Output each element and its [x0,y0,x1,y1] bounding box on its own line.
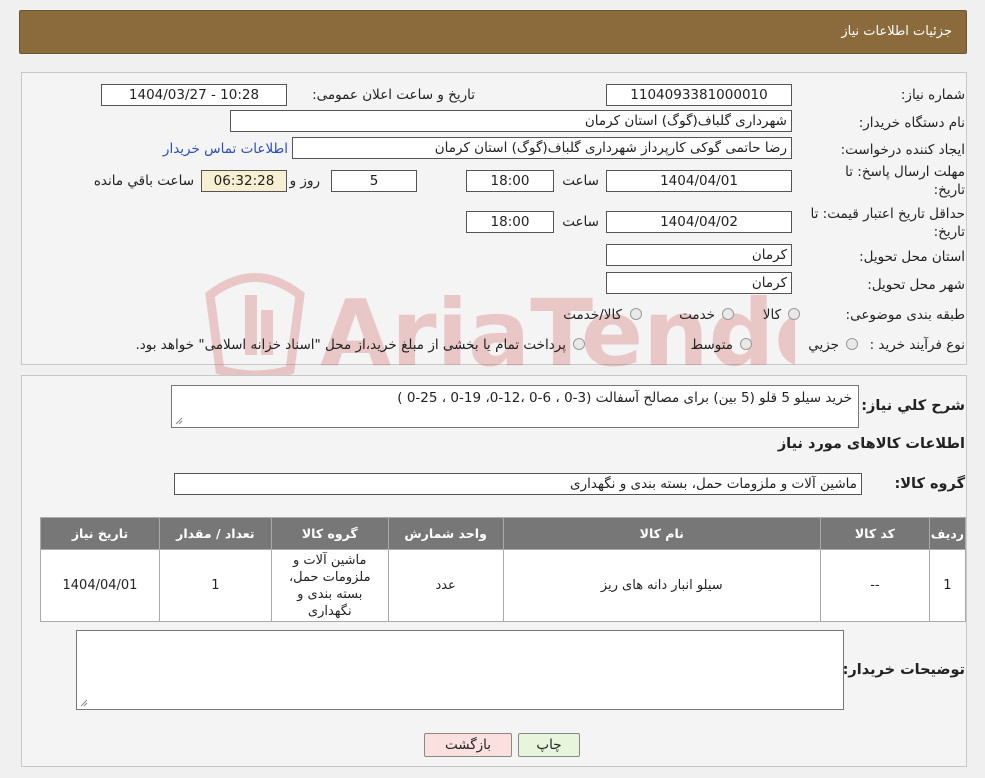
buyer-org-field[interactable]: شهرداری گلباف(گوگ) استان کرمان [230,110,792,132]
cell-group: ماشین آلات و ملزومات حمل، بسته بندی و نگ… [270,549,389,622]
goods-group-field[interactable]: ماشین آلات و ملزومات حمل، بسته بندی و نگ… [174,473,862,495]
validity-label-line1: حداقل تاریخ اعتبار قیمت: تا [810,206,965,222]
goods-group-label: گروه کالا: [894,476,965,492]
category-radio-goods-service[interactable] [630,308,642,320]
validity-date-field[interactable]: 1404/04/02 [606,211,792,233]
description-text: خرید سیلو 5 قلو (5 بین) برای مصالح آسفال… [397,390,852,406]
days-field[interactable]: 5 [331,170,417,192]
cell-unit: عدد [387,549,504,622]
notes-resize-grip-icon[interactable] [80,699,88,707]
category-option-goods: کالا [762,307,781,323]
buyer-notes-field[interactable] [76,630,844,710]
cell-quantity: 1 [158,549,272,622]
city-field[interactable]: کرمان [606,272,792,294]
col-header-group: گروه کالا [270,517,389,550]
page-header: جزئیات اطلاعات نیاز [19,10,967,54]
buyer-notes-label: توضیحات خریدار: [842,662,965,678]
process-label: نوع فرآیند خرید : [869,337,965,353]
description-field[interactable]: خرید سیلو 5 قلو (5 بین) برای مصالح آسفال… [171,385,859,428]
deadline-date-field[interactable]: 1404/04/01 [606,170,792,192]
remaining-label: ساعت باقي مانده [93,173,194,189]
days-label: روز و [289,173,320,189]
resize-grip-icon[interactable] [175,417,183,425]
buyer-org-label: نام دستگاه خریدار: [858,115,965,131]
need-number-label: شماره نیاز: [900,87,965,103]
province-field[interactable]: کرمان [606,244,792,266]
announce-field[interactable]: 1404/03/27 - 10:28 [101,84,287,106]
announce-label: تاریخ و ساعت اعلان عمومی: [312,87,475,103]
buyer-contact-link[interactable]: اطلاعات تماس خریدار [163,141,288,157]
cell-need-date: 1404/04/01 [40,549,160,622]
col-header-unit: واحد شمارش [387,517,504,550]
deadline-time-field[interactable]: 18:00 [466,170,554,192]
table-row: 1 -- سیلو انبار دانه های ریز عدد ماشین آ… [40,549,967,622]
process-note: پرداخت تمام یا بخشی از مبلغ خرید،از محل … [135,337,566,353]
col-header-name: نام کالا [502,517,821,550]
col-header-quantity: تعداد / مقدار [158,517,272,550]
process-option-minor: جزیي [808,337,839,353]
category-option-service: خدمت [679,307,715,323]
page-title: جزئیات اطلاعات نیاز [841,24,952,39]
validity-time-label: ساعت [562,214,599,230]
creator-field[interactable]: رضا حاتمی گوکی کارپرداز شهرداری گلباف(گو… [292,137,792,159]
creator-label: ایجاد کننده درخواست: [840,142,965,158]
category-radio-service[interactable] [722,308,734,320]
process-radio-minor[interactable] [846,338,858,350]
cell-row-no: 1 [928,549,967,622]
deadline-label-line1: مهلت ارسال پاسخ: تا [845,164,965,180]
goods-section-title: اطلاعات کالاهای مورد نیاز [777,436,965,452]
category-option-goods-service: کالا/خدمت [563,307,622,323]
cell-code: -- [819,549,930,622]
col-header-code: کد کالا [819,517,930,550]
validity-time-field[interactable]: 18:00 [466,211,554,233]
deadline-time-label: ساعت [562,173,599,189]
print-button[interactable]: چاپ [518,733,580,757]
validity-label-line2: تاریخ: [933,224,965,240]
deadline-label-line2: تاریخ: [933,182,965,198]
category-label: طبقه بندی موضوعی: [845,307,965,323]
description-label: شرح کلي نیاز: [861,398,965,414]
watermark-text: AriaTender.neT [320,280,795,385]
need-number-field[interactable]: 1104093381000010 [606,84,792,106]
city-label: شهر محل تحویل: [867,277,965,293]
table-header-row: ردیف کد کالا نام کالا واحد شمارش گروه کا… [40,517,967,550]
process-radio-medium[interactable] [740,338,752,350]
category-radio-goods[interactable] [788,308,800,320]
province-label: استان محل تحویل: [859,249,965,265]
goods-table: ردیف کد کالا نام کالا واحد شمارش گروه کا… [40,517,967,622]
back-button[interactable]: بازگشت [424,733,512,757]
col-header-row-no: ردیف [928,517,967,550]
remaining-time-field: 06:32:28 [201,170,287,192]
process-option-medium: متوسط [690,337,733,353]
process-radio-treasury[interactable] [573,338,585,350]
col-header-need-date: تاریخ نیاز [40,517,160,550]
cell-name: سیلو انبار دانه های ریز [502,549,821,622]
